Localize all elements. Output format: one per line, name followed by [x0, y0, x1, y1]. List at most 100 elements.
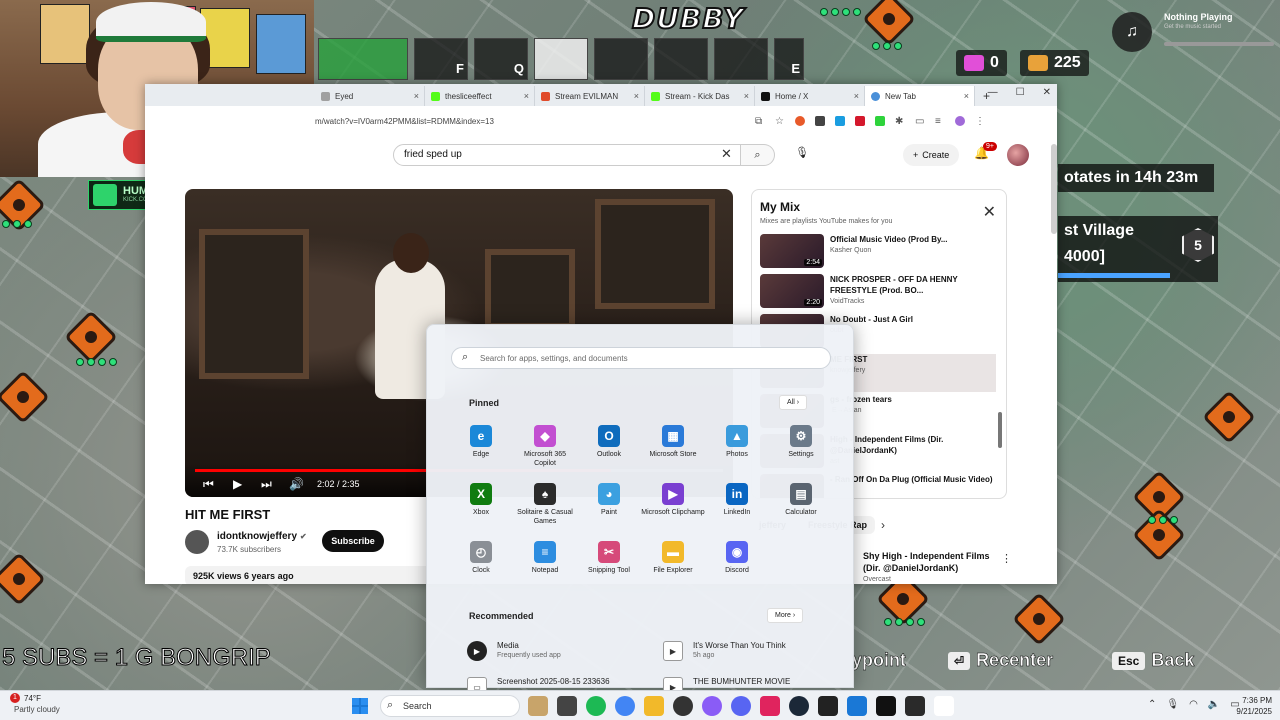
extension-icon[interactable]	[835, 116, 845, 126]
minimize-icon[interactable]: —	[988, 87, 998, 98]
close-icon[interactable]: ×	[524, 91, 529, 101]
extension-icon[interactable]	[855, 116, 865, 126]
taskbar-app-icon[interactable]	[615, 696, 635, 716]
tab-4[interactable]: Home / X ×	[755, 86, 865, 106]
hud-tile-q[interactable]: Q	[474, 38, 528, 80]
pinned-app[interactable]: ▶ Microsoft Clipchamp	[641, 483, 705, 533]
mix-scrollbar[interactable]	[998, 412, 1002, 448]
map-marker[interactable]	[1202, 390, 1256, 444]
next-icon[interactable]: ⏭	[261, 477, 272, 492]
weather-widget[interactable]: 1 74°F Partly cloudy	[10, 693, 60, 714]
recommended-item[interactable]: ▶ It's Worse Than You Think 5h ago	[663, 639, 843, 665]
close-icon[interactable]: ✕	[983, 202, 996, 222]
hud-tile-pin[interactable]	[534, 38, 588, 80]
taskbar-app-icon[interactable]	[876, 696, 896, 716]
extension-icon[interactable]	[875, 116, 885, 126]
more-icon[interactable]: ⋮	[975, 116, 985, 127]
maximize-icon[interactable]: ☐	[1016, 87, 1025, 98]
volume-icon[interactable]: 🔊	[289, 477, 304, 491]
pinned-app[interactable]: O Outlook	[577, 425, 641, 475]
yt-search-input[interactable]: fried sped up	[393, 144, 741, 166]
action-waypoint[interactable]: ypoint	[852, 650, 907, 671]
taskbar-app-icon[interactable]	[644, 696, 664, 716]
close-icon[interactable]: ×	[414, 91, 419, 101]
pinned-app[interactable]: ♠ Solitaire & Casual Games	[513, 483, 577, 533]
pinned-app[interactable]: ⚙ Settings	[769, 425, 833, 475]
mic-icon[interactable]: 🎙	[1166, 699, 1179, 710]
close-icon[interactable]: ×	[964, 91, 969, 101]
hud-tile-cart[interactable]	[714, 38, 768, 80]
tab-2[interactable]: Stream EVILMAN ×	[535, 86, 645, 106]
wifi-icon[interactable]: ◠	[1189, 699, 1198, 710]
pinned-app[interactable]: ▦ Microsoft Store	[641, 425, 705, 475]
chevron-right-icon[interactable]: ›	[881, 516, 885, 534]
close-icon[interactable]: ×	[744, 91, 749, 101]
pinned-app[interactable]: ▤ Calculator	[769, 483, 833, 533]
all-apps-button[interactable]: All ›	[779, 395, 808, 410]
taskbar-app-icon[interactable]	[702, 696, 722, 716]
pinned-app[interactable]: ✂ Snipping Tool	[577, 541, 641, 591]
pinned-app[interactable]: ◕ Paint	[577, 483, 641, 533]
recommended-item[interactable]: ▶ Media Frequently used app	[467, 639, 647, 665]
menu-icon[interactable]: ≡	[935, 116, 945, 127]
create-button[interactable]: + Create	[903, 144, 960, 166]
pinned-app[interactable]: in LinkedIn	[705, 483, 769, 533]
windows-start-icon[interactable]	[352, 698, 368, 714]
taskbar-app-icon[interactable]	[818, 696, 838, 716]
taskbar-app-icon[interactable]	[760, 696, 780, 716]
voice-search-icon[interactable]: 🎙	[793, 146, 811, 164]
hud-tile[interactable]	[318, 38, 408, 80]
tab-5[interactable]: New Tab ×	[865, 86, 975, 106]
music-note-icon[interactable]: ♫	[1112, 12, 1152, 52]
hud-tile-tools[interactable]	[654, 38, 708, 80]
close-window-icon[interactable]: ✕	[1043, 87, 1051, 98]
suggested-video[interactable]: Shy High - Independent Films (Dir. @Dani…	[863, 550, 990, 584]
clear-search-icon[interactable]: ✕	[721, 146, 732, 162]
mix-item[interactable]: 2:54 Official Music Video (Prod By... Kash…	[760, 234, 996, 272]
channel-avatar[interactable]	[185, 530, 209, 554]
previous-icon[interactable]: ⏮	[203, 477, 214, 492]
taskbar-app-icon[interactable]	[673, 696, 693, 716]
profile-icon[interactable]	[955, 116, 965, 126]
start-search-input[interactable]: ⌕ Search for apps, settings, and documen…	[451, 347, 831, 369]
tab-0[interactable]: Eyed ×	[315, 86, 425, 106]
action-recenter[interactable]: ⏎ Recenter	[948, 650, 1053, 671]
taskbar-app-icon[interactable]	[528, 696, 548, 716]
hud-tile-house[interactable]	[594, 38, 648, 80]
taskbar-app-icon[interactable]	[905, 696, 925, 716]
taskbar-app-icon[interactable]	[934, 696, 954, 716]
map-marker[interactable]	[64, 310, 118, 364]
taskbar-clock[interactable]: 7:36 PM 9/21/2025	[1226, 695, 1272, 717]
account-avatar[interactable]	[1007, 144, 1029, 166]
more-vert-icon[interactable]: ⋮	[1001, 552, 1012, 565]
channel-name[interactable]: idontknowjeffery ✔	[217, 531, 307, 542]
star-icon[interactable]: ☆	[775, 116, 785, 127]
music-widget[interactable]: ♫ Nothing Playing Get the music started	[1112, 8, 1280, 56]
taskbar-app-icon[interactable]	[789, 696, 809, 716]
sidepanel-icon[interactable]: ▭	[915, 116, 925, 127]
play-icon[interactable]: ▶	[233, 477, 242, 491]
action-back[interactable]: Esc Back	[1112, 650, 1195, 671]
hud-tile-f[interactable]: F	[414, 38, 468, 80]
taskbar-app-icon[interactable]	[847, 696, 867, 716]
cast-icon[interactable]: ⧉	[755, 116, 765, 127]
map-marker[interactable]	[0, 552, 46, 606]
puzzle-icon[interactable]: ✱	[895, 116, 905, 127]
taskbar-search[interactable]: ⌕ Search	[380, 695, 520, 717]
subscribe-button[interactable]: Subscribe	[322, 530, 384, 552]
page-scrollbar[interactable]	[1051, 144, 1057, 234]
url-field[interactable]: m/watch?v=IV0arm42PMM&list=RDMM&index=13	[315, 117, 745, 126]
map-marker[interactable]	[862, 0, 916, 46]
pinned-app[interactable]: ◴ Clock	[449, 541, 513, 591]
taskbar-app-icon[interactable]	[586, 696, 606, 716]
taskbar-app-icon[interactable]	[731, 696, 751, 716]
extension-icon[interactable]	[795, 116, 805, 126]
search-icon[interactable]: ⌕	[741, 144, 775, 166]
mix-item[interactable]: 2:20 NICK PROSPER - OFF DA HENNY FREESTYL…	[760, 274, 996, 312]
pinned-app[interactable]: ▬ File Explorer	[641, 541, 705, 591]
speaker-icon[interactable]: 🔈	[1208, 699, 1220, 710]
pinned-app[interactable]: ◉ Discord	[705, 541, 769, 591]
extension-icon[interactable]	[815, 116, 825, 126]
close-icon[interactable]: ×	[854, 91, 859, 101]
pinned-app[interactable]: ≡ Notepad	[513, 541, 577, 591]
